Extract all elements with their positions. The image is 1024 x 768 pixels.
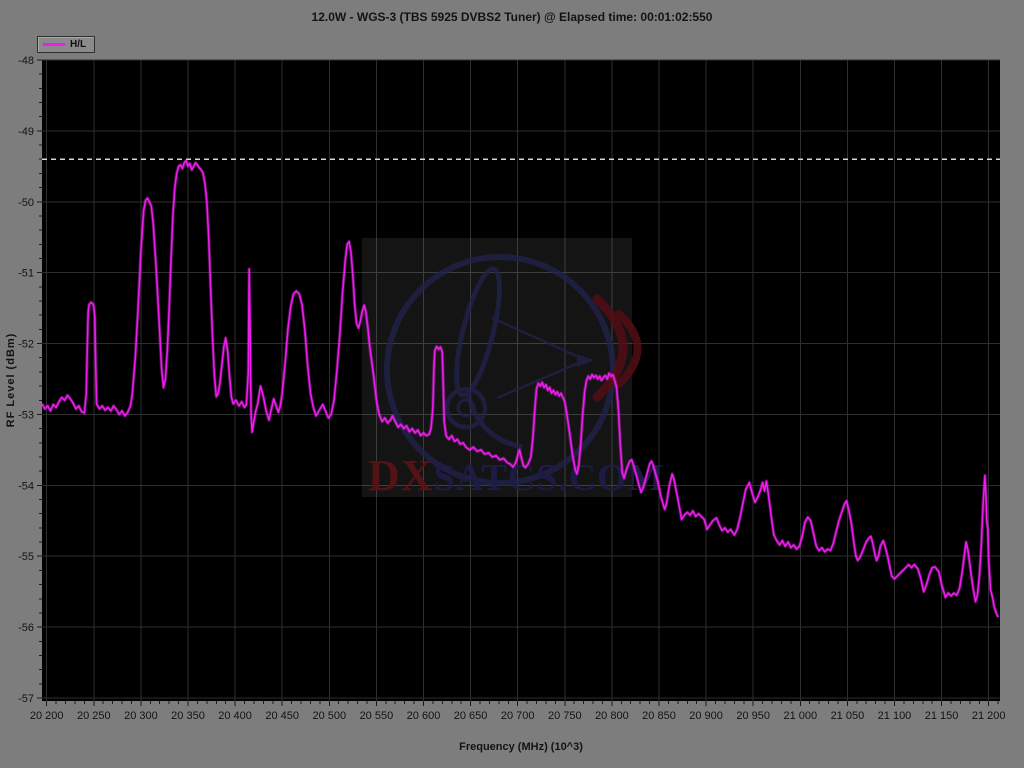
svg-text:20 750: 20 750	[548, 710, 582, 722]
svg-text:-55: -55	[18, 551, 34, 563]
watermark-logo: DXSATCS.COM	[362, 238, 665, 500]
spectrum-chart: DXSATCS.COM 20 200 20 250 20 300 20 350 20 40…	[0, 0, 1024, 768]
svg-text:20 700: 20 700	[501, 710, 535, 722]
svg-text:-56: -56	[18, 622, 34, 634]
svg-text:21 150: 21 150	[925, 710, 959, 722]
svg-text:20 300: 20 300	[124, 710, 158, 722]
x-tick-labels: 20 200 20 250 20 300 20 350 20 400 20 450 20 5…	[30, 710, 1006, 722]
svg-text:20 250: 20 250	[77, 710, 111, 722]
svg-text:-51: -51	[18, 268, 34, 280]
svg-text:20 350: 20 350	[171, 710, 205, 722]
svg-text:21 200: 21 200	[972, 710, 1006, 722]
svg-text:21 000: 21 000	[783, 710, 817, 722]
svg-text:20 900: 20 900	[689, 710, 723, 722]
y-axis-title: RF Level (dBm)	[5, 333, 17, 428]
svg-text:21 100: 21 100	[878, 710, 912, 722]
svg-text:-49: -49	[18, 126, 34, 138]
svg-text:-50: -50	[18, 197, 34, 209]
legend-label: H/L	[70, 40, 86, 50]
spectrum-analyzer-window: DXSATCS.COM 20 200 20 250 20 300 20 350 20 40…	[0, 0, 1024, 768]
legend-swatch-icon	[43, 43, 65, 46]
window-title: 12.0W - WGS-3 (TBS 5925 DVBS2 Tuner) @ E…	[0, 10, 1024, 24]
x-axis-title: Frequency (MHz) (10^3)	[42, 741, 1000, 753]
svg-text:-48: -48	[18, 55, 34, 67]
svg-text:20 200: 20 200	[30, 710, 64, 722]
y-tick-labels: -48 -49 -50 -51 -52 -53 -54 -55 -56 -57	[18, 55, 34, 705]
svg-text:-57: -57	[18, 693, 34, 705]
svg-text:21 050: 21 050	[831, 710, 865, 722]
svg-text:20 950: 20 950	[736, 710, 770, 722]
svg-text:20 400: 20 400	[218, 710, 252, 722]
svg-text:-53: -53	[18, 409, 34, 421]
svg-text:20 850: 20 850	[642, 710, 676, 722]
svg-text:20 650: 20 650	[454, 710, 488, 722]
svg-text:20 500: 20 500	[312, 710, 346, 722]
svg-text:-54: -54	[18, 480, 34, 492]
svg-text:20 550: 20 550	[360, 710, 394, 722]
svg-text:20 450: 20 450	[265, 710, 299, 722]
svg-text:20 600: 20 600	[407, 710, 441, 722]
legend[interactable]: H/L	[37, 36, 95, 53]
svg-text:20 800: 20 800	[595, 710, 629, 722]
svg-text:-52: -52	[18, 339, 34, 351]
